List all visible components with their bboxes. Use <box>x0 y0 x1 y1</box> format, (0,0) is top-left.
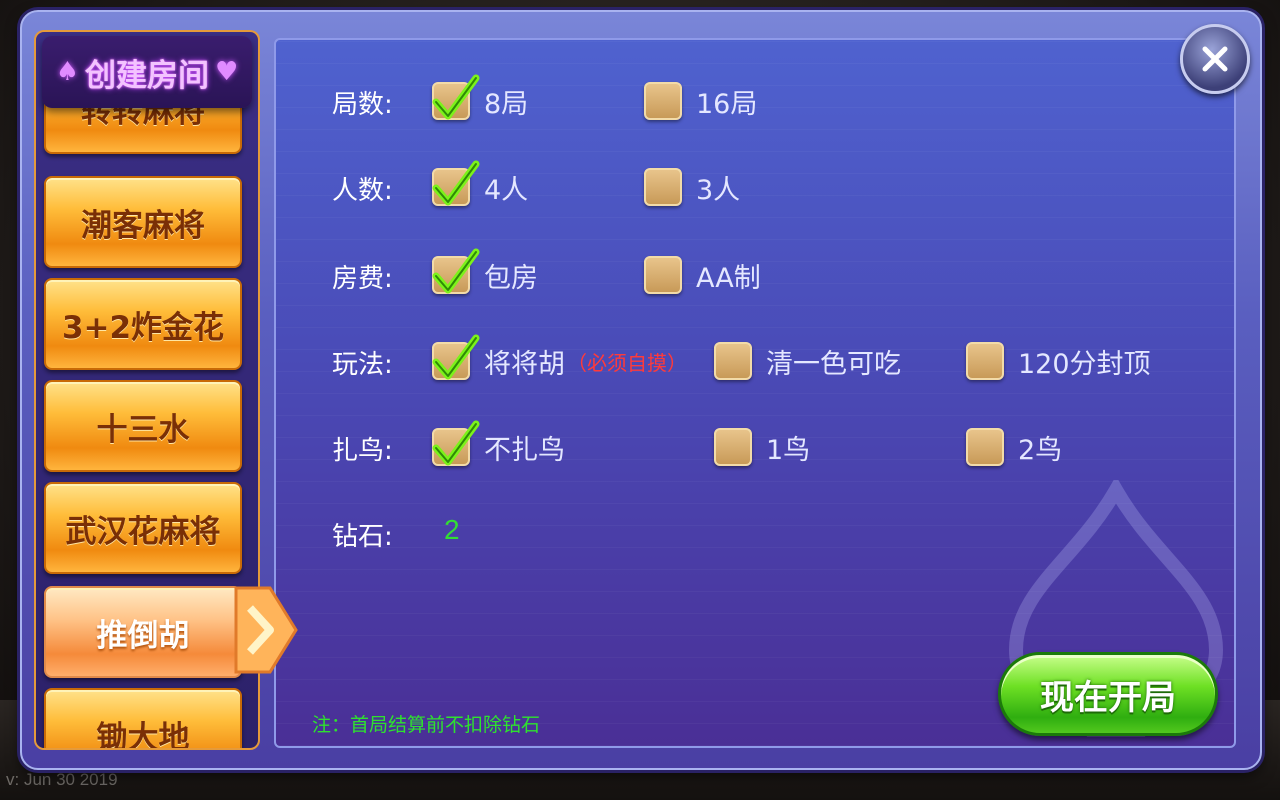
rounds-option-8[interactable]: 8局 <box>432 74 529 126</box>
birds-option-none[interactable]: 不扎鸟 <box>432 420 565 472</box>
game-item-shisanshui[interactable]: 十三水 <box>44 380 242 472</box>
fee-option-aa[interactable]: AA制 <box>644 250 761 300</box>
game-item-label: 锄大地 <box>96 719 190 750</box>
checkmark-icon <box>432 248 480 294</box>
option-label: 1鸟 <box>766 434 811 466</box>
start-game-label: 现在开局 <box>1040 677 1176 718</box>
option-label: 清一色可吃 <box>766 348 901 380</box>
game-item-label: 武汉花麻将 <box>65 513 221 550</box>
checkmark-icon <box>432 334 480 380</box>
sidebar-header: ♠ 创建房间 ♥ <box>42 36 252 108</box>
option-label: 包房 <box>484 262 538 294</box>
game-item-tuidaohu[interactable]: 推倒胡 <box>44 586 242 678</box>
option-label: 3人 <box>696 174 741 206</box>
option-label: 120分封顶 <box>1018 348 1151 380</box>
rounds-row: 局数: 8局 16局 <box>276 74 1234 126</box>
birds-row: 扎鸟: 不扎鸟 1鸟 2鸟 <box>276 420 1234 472</box>
close-button[interactable] <box>1180 24 1250 94</box>
game-item-label: 潮客麻将 <box>81 207 205 244</box>
sidebar-title: 创建房间 <box>85 57 209 94</box>
rounds-label: 局数: <box>332 90 393 120</box>
checkbox[interactable] <box>644 168 682 206</box>
checkbox[interactable] <box>432 160 480 206</box>
checkmark-icon <box>432 74 480 120</box>
game-item-label: 十三水 <box>96 411 190 448</box>
players-option-4[interactable]: 4人 <box>432 160 529 212</box>
rounds-option-16[interactable]: 16局 <box>644 76 757 126</box>
players-option-3[interactable]: 3人 <box>644 162 740 212</box>
spade-icon: ♠ <box>55 57 79 87</box>
version-label: v: Jun 30 2019 <box>6 770 118 789</box>
option-label: 2鸟 <box>1018 434 1063 466</box>
option-label: AA制 <box>696 262 761 294</box>
birds-option-2[interactable]: 2鸟 <box>966 422 1062 472</box>
diamond-cost-value: 2 <box>444 514 460 545</box>
checkbox[interactable] <box>432 420 480 466</box>
rules-option-120-cap[interactable]: 120分封顶 <box>966 336 1151 386</box>
option-label: 16局 <box>696 88 758 120</box>
diamonds-label: 钻石: <box>332 522 393 552</box>
birds-option-1[interactable]: 1鸟 <box>714 422 810 472</box>
rules-row: 玩法: 将将胡 （必须自摸） 清一色可吃 120分封顶 <box>276 334 1234 386</box>
fee-row: 房费: 包房 AA制 <box>276 248 1234 300</box>
checkmark-icon <box>432 160 480 206</box>
checkbox[interactable] <box>644 256 682 294</box>
fee-option-room[interactable]: 包房 <box>432 248 538 300</box>
fee-label: 房费: <box>332 264 393 294</box>
game-item-chaoke-mahjong[interactable]: 潮客麻将 <box>44 176 242 268</box>
players-row: 人数: 4人 3人 <box>276 160 1234 212</box>
option-label: 将将胡 <box>484 348 565 380</box>
checkbox[interactable] <box>432 334 480 380</box>
game-item-label: 推倒胡 <box>96 617 190 654</box>
close-icon <box>1202 46 1228 72</box>
heart-icon: ♥ <box>215 57 239 87</box>
checkbox[interactable] <box>714 428 752 466</box>
settings-panel: 局数: 8局 16局 人数: 4人 3人 房费: 包房 AA制 玩法: 将将胡 … <box>274 38 1236 748</box>
checkmark-icon <box>432 420 480 466</box>
start-game-button[interactable]: 现在开局 <box>998 652 1218 736</box>
game-item-wuhan-mahjong[interactable]: 武汉花麻将 <box>44 482 242 574</box>
players-label: 人数: <box>332 176 393 206</box>
checkbox[interactable] <box>432 74 480 120</box>
game-item-zhajinhua[interactable]: 3+2炸金花 <box>44 278 242 370</box>
rules-label: 玩法: <box>332 350 393 380</box>
checkbox[interactable] <box>432 248 480 294</box>
rules-option-jiangjianghu[interactable]: 将将胡 （必须自摸） <box>432 334 687 386</box>
rules-option-qingyise[interactable]: 清一色可吃 <box>714 336 901 386</box>
game-item-chudadi[interactable]: 锄大地 <box>44 688 242 750</box>
checkbox[interactable] <box>644 82 682 120</box>
footnote-text: 注：首局结算前不扣除钻石 <box>312 714 541 736</box>
active-arrow-icon <box>234 586 298 674</box>
birds-label: 扎鸟: <box>332 436 393 466</box>
option-note: （必须自摸） <box>567 350 687 375</box>
checkbox[interactable] <box>966 342 1004 380</box>
option-label: 4人 <box>484 174 529 206</box>
checkbox[interactable] <box>714 342 752 380</box>
game-item-label: 3+2炸金花 <box>61 309 225 346</box>
option-label: 8局 <box>484 88 529 120</box>
option-label: 不扎鸟 <box>484 434 565 466</box>
diamonds-row: 钻石: 2 <box>276 508 1234 558</box>
checkbox[interactable] <box>966 428 1004 466</box>
